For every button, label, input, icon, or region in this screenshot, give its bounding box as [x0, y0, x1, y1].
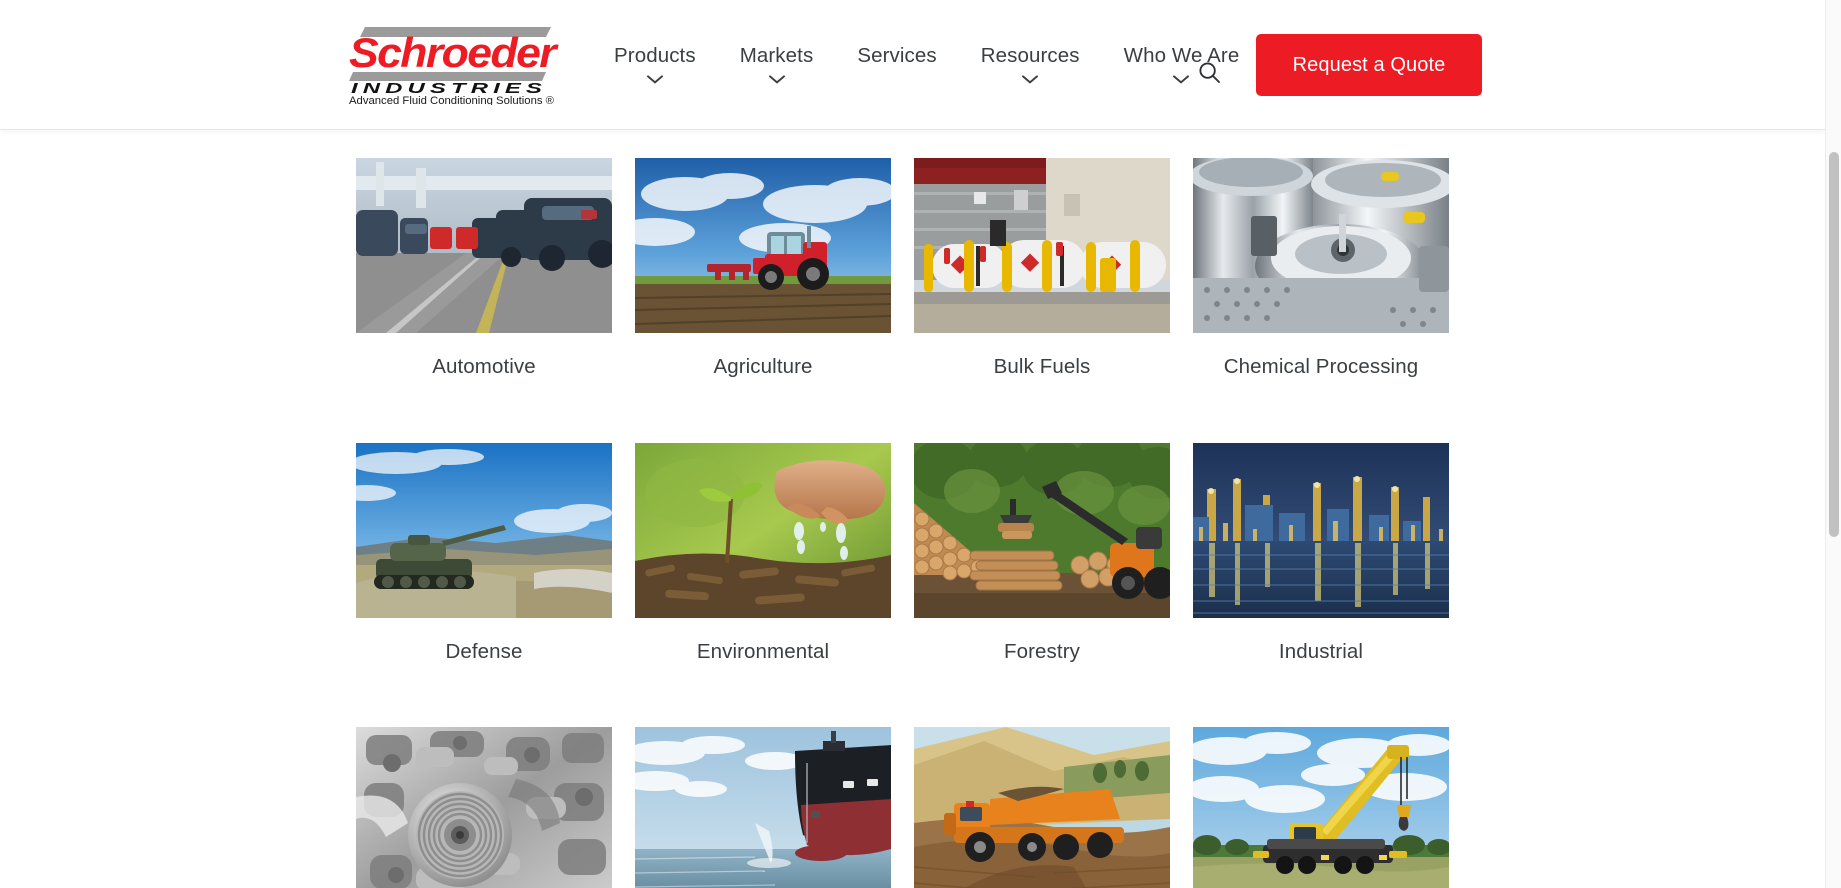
- orange-haul-truck-in-quarry-image: [914, 727, 1170, 888]
- nav-item-products[interactable]: Products: [592, 0, 718, 130]
- cargo-ship-bow-at-sea-image: [635, 727, 891, 888]
- nav-label: Markets: [739, 44, 814, 68]
- refinery-at-dusk-reflected-in-water-image: [1193, 442, 1449, 618]
- market-card-image: [635, 158, 891, 333]
- markets-grid-section: Automotive Agriculture Bulk Fuels Chemic…: [0, 131, 1825, 888]
- yellow-mobile-crane-in-field-image: [1193, 727, 1449, 888]
- search-icon: [1198, 61, 1220, 83]
- market-card-image: [1193, 158, 1449, 333]
- market-card-label: Bulk Fuels: [993, 355, 1091, 378]
- red-tractor-in-plowed-field-image: [635, 158, 891, 333]
- schroeder-industries-logo-icon: Schroeder INDUSTRIES Advanced Fluid Cond…: [349, 27, 561, 105]
- market-card-image: [635, 442, 891, 618]
- markets-grid: Automotive Agriculture Bulk Fuels Chemic…: [356, 158, 1461, 888]
- market-card-image: [914, 158, 1170, 333]
- market-card-mining-technology[interactable]: Mining Technology: [914, 727, 1170, 888]
- military-tank-on-hillside-image: [356, 442, 612, 618]
- scrollbar-thumb[interactable]: [1829, 152, 1839, 537]
- nav-label: Products: [614, 44, 696, 68]
- log-stacks-with-grapple-loader-image: [914, 442, 1170, 618]
- stainless-steel-process-vessels-image: [1193, 158, 1449, 333]
- market-card-environmental[interactable]: Environmental: [635, 442, 891, 664]
- market-card-image: [914, 442, 1170, 618]
- market-card-industrial[interactable]: Industrial: [1193, 442, 1449, 664]
- page-root: Schroeder INDUSTRIES Advanced Fluid Cond…: [0, 0, 1841, 888]
- main-navigation: Products Markets Services Resources Who …: [592, 0, 1261, 130]
- market-card-label: Industrial: [1278, 639, 1364, 663]
- market-card-mobile-vechicles[interactable]: Mobile Vechicles: [1193, 727, 1449, 888]
- market-card-label: Environmental: [696, 639, 830, 663]
- white-fuel-tanks-yellow-bollards-image: [914, 158, 1170, 333]
- market-card-label: Agriculture: [713, 355, 813, 378]
- page-scrollbar[interactable]: [1825, 0, 1841, 888]
- hand-watering-green-seedling-image: [635, 442, 891, 618]
- row-of-parked-cars-at-port-image: [356, 158, 612, 333]
- site-logo[interactable]: Schroeder INDUSTRIES Advanced Fluid Cond…: [341, 23, 563, 105]
- market-card-label: Chemical Processing: [1223, 355, 1419, 378]
- svg-text:Schroeder: Schroeder: [349, 29, 559, 76]
- market-card-bulk-fuels[interactable]: Bulk Fuels: [914, 158, 1170, 379]
- market-card-label: Automotive: [432, 355, 536, 378]
- market-card-machine-tools[interactable]: Machine Tools: [356, 727, 612, 888]
- market-card-defense[interactable]: Defense: [356, 442, 612, 664]
- nav-item-who-we-are[interactable]: Who We Are: [1102, 0, 1262, 130]
- chevron-down-icon: [1173, 75, 1190, 84]
- market-card-agriculture[interactable]: Agriculture: [635, 158, 891, 379]
- chevron-down-icon: [1022, 75, 1039, 84]
- nav-item-markets[interactable]: Markets: [718, 0, 836, 130]
- nav-label: Resources: [980, 44, 1080, 68]
- market-card-chemical-processing[interactable]: Chemical Processing: [1193, 158, 1449, 379]
- market-card-forestry[interactable]: Forestry: [914, 442, 1170, 664]
- market-card-marine[interactable]: Marine: [635, 727, 891, 888]
- market-card-image: [356, 158, 612, 333]
- market-card-image: [914, 727, 1170, 888]
- market-card-image: [635, 727, 891, 888]
- market-card-image: [356, 727, 612, 888]
- search-button[interactable]: [1192, 55, 1226, 89]
- nav-item-resources[interactable]: Resources: [959, 0, 1102, 130]
- market-card-image: [356, 442, 612, 618]
- market-card-automotive[interactable]: Automotive: [356, 158, 612, 379]
- request-a-quote-button[interactable]: Request a Quote: [1256, 34, 1482, 96]
- market-card-label: Defense: [445, 639, 523, 663]
- chevron-down-icon: [646, 75, 663, 84]
- market-card-image: [1193, 442, 1449, 618]
- market-card-image: [1193, 727, 1449, 888]
- site-header: Schroeder INDUSTRIES Advanced Fluid Cond…: [0, 0, 1825, 130]
- svg-text:Advanced Fluid Conditioning So: Advanced Fluid Conditioning Solutions ®: [349, 95, 555, 105]
- market-card-label: Forestry: [1004, 639, 1080, 663]
- close-up-metal-engine-machinery-image: [356, 727, 612, 888]
- nav-label: Services: [857, 44, 937, 68]
- nav-item-services[interactable]: Services: [835, 0, 958, 130]
- chevron-down-icon: [768, 75, 785, 84]
